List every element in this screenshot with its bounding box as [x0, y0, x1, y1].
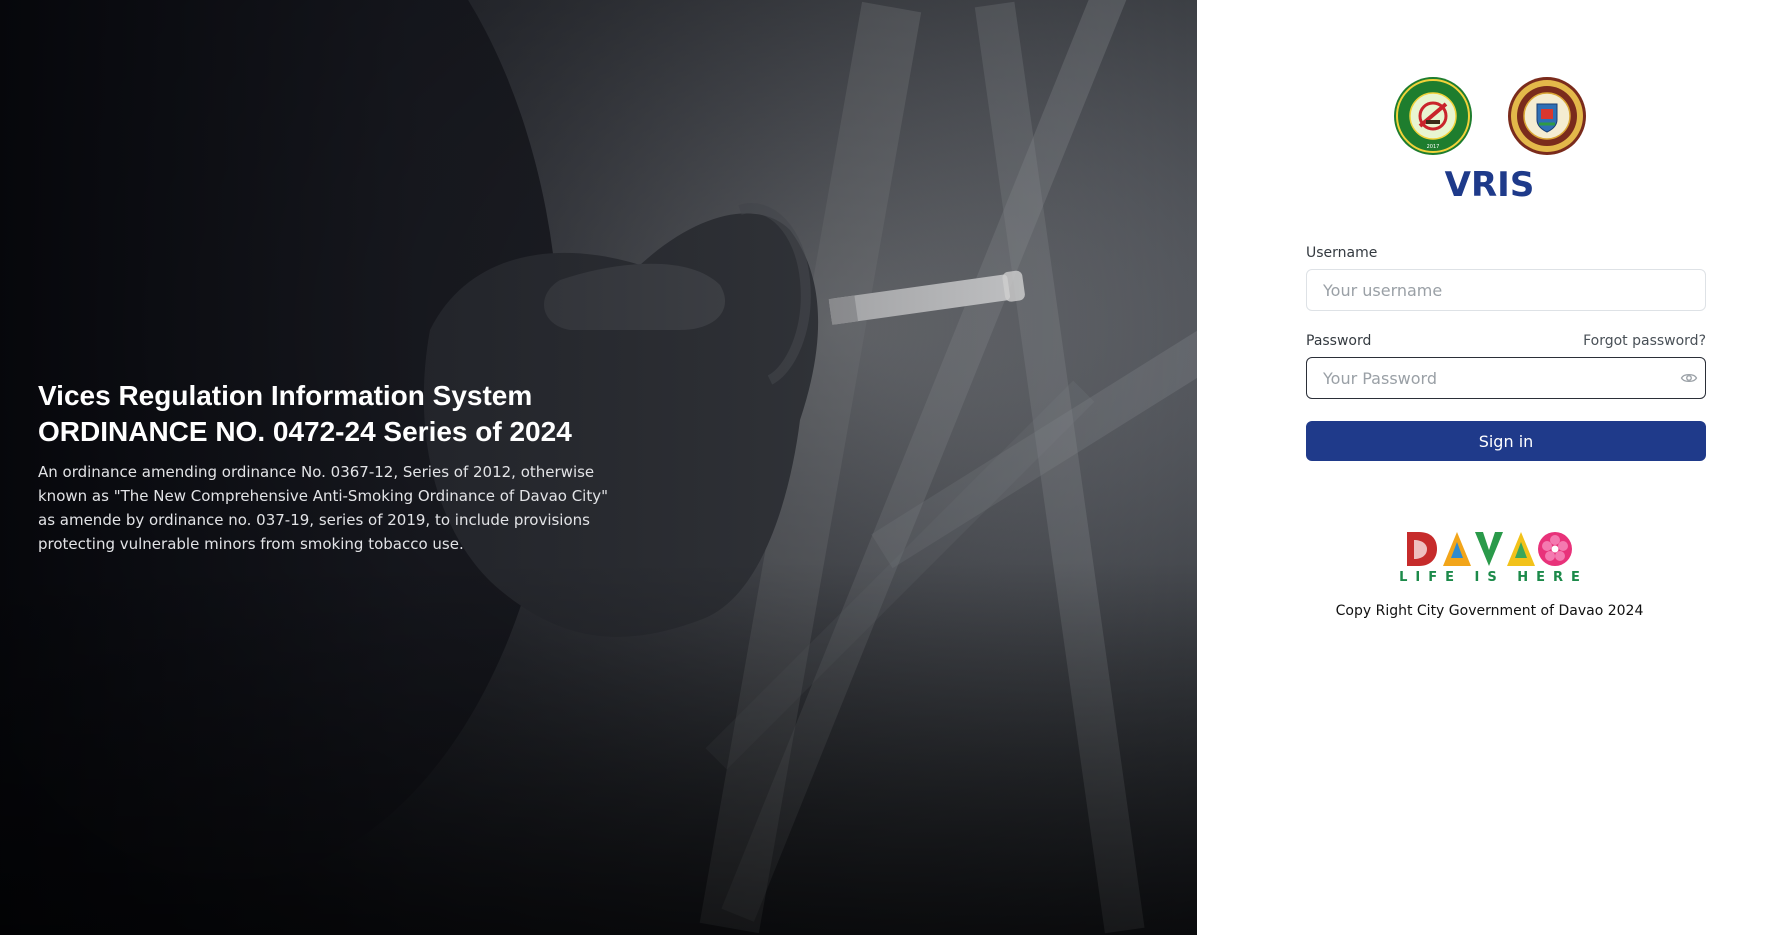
eye-icon[interactable]: [1680, 369, 1698, 387]
copyright-text: Copy Right City Government of Davao 2024: [1335, 603, 1644, 619]
app-name: VRIS: [1444, 165, 1535, 205]
password-label: Password: [1306, 333, 1372, 349]
davao-tagline: LIFE IS HERE: [1399, 570, 1588, 585]
hero-description: An ordinance amending ordinance No. 0367…: [38, 463, 609, 553]
forgot-password-link[interactable]: Forgot password?: [1583, 333, 1706, 349]
username-input[interactable]: [1306, 269, 1706, 311]
username-label: Username: [1306, 245, 1378, 261]
davao-logo: [1406, 532, 1572, 566]
login-form: Username Password Forgot password? Sign …: [1306, 242, 1706, 461]
hero-text-block: Vices Regulation Information System ORDI…: [38, 378, 618, 556]
logo-row: 2017: [1197, 76, 1782, 156]
hero-title-line1: Vices Regulation Information System: [38, 380, 533, 411]
sign-in-button[interactable]: Sign in: [1306, 421, 1706, 461]
hero-title-line2: ORDINANCE NO. 0472-24 Series of 2024: [38, 416, 572, 447]
davao-brand-block: LIFE IS HERE Copy Right City Government …: [1197, 528, 1782, 619]
login-panel: 2017 VRIS Username Password Forgot passw…: [1197, 0, 1782, 935]
svg-text:2017: 2017: [1426, 144, 1439, 150]
lungsod-ng-dabaw-seal: [1507, 77, 1586, 155]
password-input[interactable]: [1306, 357, 1706, 399]
password-label-row: Password Forgot password?: [1306, 333, 1706, 349]
vices-regulation-unit-seal: 2017: [1393, 77, 1472, 155]
hero-panel: Vices Regulation Information System ORDI…: [0, 0, 1197, 935]
password-field-wrapper: [1306, 357, 1706, 399]
